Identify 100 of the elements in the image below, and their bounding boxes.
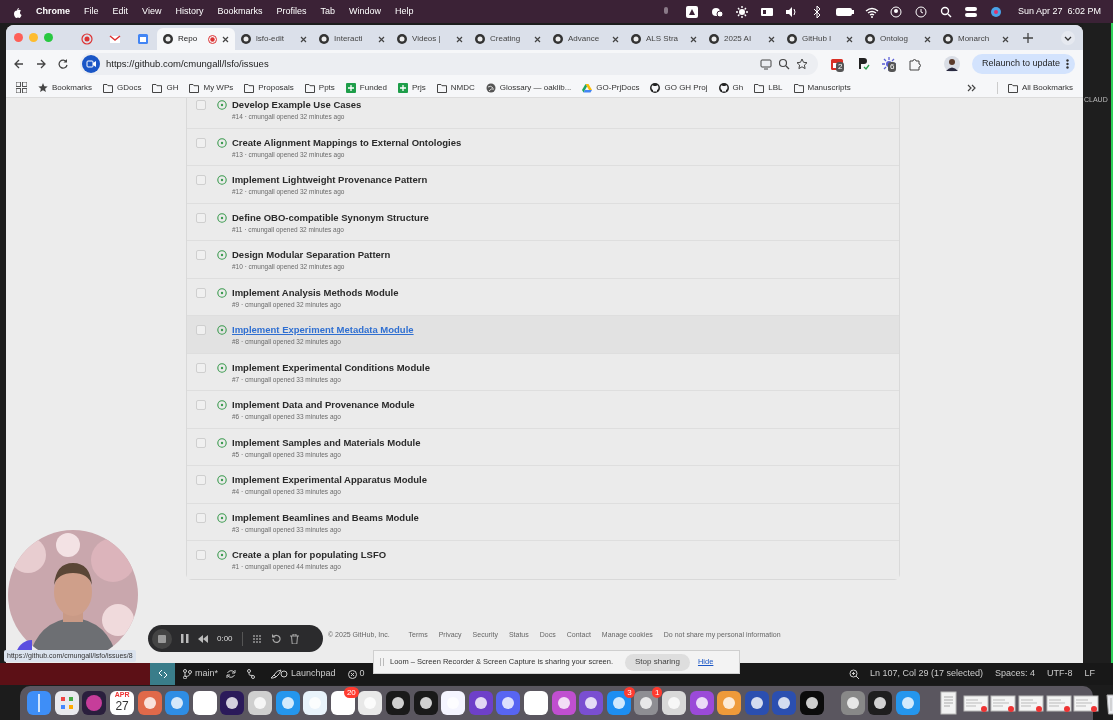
dock-app-icon[interactable] (247, 690, 274, 716)
cursor-position[interactable]: Ln 107, Col 29 (17 selected) (869, 667, 983, 681)
restart-icon[interactable] (270, 633, 281, 644)
close-icon[interactable] (768, 35, 775, 43)
dock-app-icon[interactable] (578, 690, 605, 716)
forward-icon[interactable] (36, 59, 46, 69)
issue-title-link[interactable]: Implement Data and Provenance Module (232, 398, 415, 411)
checkbox[interactable] (196, 400, 206, 410)
dock-app-icon[interactable] (26, 690, 53, 716)
issue-title-link[interactable]: Implement Experimental Apparatus Module (232, 473, 427, 486)
checkbox[interactable] (196, 550, 206, 560)
menu-item[interactable]: Edit (112, 4, 129, 19)
bookmark-item[interactable]: Glossary — oaklib... (485, 81, 572, 94)
bookmark-item[interactable]: NMDC (436, 81, 475, 94)
zoom-in-icon[interactable] (848, 668, 860, 680)
dock-app-icon[interactable] (274, 690, 301, 716)
browser-tab[interactable]: Advance (547, 28, 625, 50)
browser-tab[interactable]: ALS Stra (625, 28, 703, 50)
search-icon[interactable] (939, 5, 954, 18)
checkbox[interactable] (196, 137, 206, 148)
reload-icon[interactable] (58, 59, 68, 69)
zoom-icon[interactable] (777, 58, 790, 70)
user-icon[interactable] (889, 5, 904, 18)
line-ending-item[interactable]: LF (1084, 667, 1095, 681)
dock-app-icon[interactable] (771, 690, 798, 716)
battery-icon[interactable] (835, 5, 854, 18)
browser-tab[interactable]: Monarch (937, 28, 1015, 50)
dock-app-icon[interactable] (550, 690, 577, 716)
drive-icon[interactable] (685, 5, 700, 18)
issue-title-link[interactable]: Develop Example Use Cases (232, 98, 362, 111)
dock-app-icon[interactable] (523, 690, 549, 716)
bookmark-item[interactable]: Gh (718, 81, 744, 94)
close-icon[interactable] (534, 35, 541, 43)
url-text[interactable]: https://github.com/cmungall/lsfo/issues (106, 56, 754, 72)
close-icon[interactable] (1002, 35, 1009, 43)
bookmark-item[interactable]: GH (152, 81, 179, 94)
dock-app-icon[interactable] (136, 690, 163, 716)
checkbox[interactable] (196, 100, 206, 110)
dock-app-icon[interactable] (688, 690, 715, 716)
checkbox[interactable] (196, 325, 206, 335)
graph-icon[interactable] (246, 669, 256, 679)
dock-app-icon[interactable] (743, 690, 770, 716)
indentation-item[interactable]: Spaces: 4 (994, 667, 1035, 681)
close-icon[interactable] (846, 35, 853, 43)
dock-app-icon[interactable] (53, 690, 80, 716)
menu-item[interactable]: View (142, 4, 162, 19)
close-icon[interactable] (300, 35, 307, 43)
sync-icon[interactable] (226, 669, 236, 679)
menu-item[interactable]: Help (395, 4, 414, 19)
issue-title-link[interactable]: Implement Beamlines and Beams Module (232, 510, 419, 524)
issue-title-link[interactable]: Create Alignment Mappings to External Ontologies (232, 135, 462, 149)
dock-app-icon[interactable] (440, 690, 467, 716)
dock-app-icon[interactable] (894, 690, 921, 716)
bookmark-item[interactable]: Funded (345, 81, 387, 94)
issue-title-link[interactable]: Implement Samples and Materials Module (232, 435, 421, 449)
close-icon[interactable] (612, 35, 619, 43)
address-bar[interactable]: https://github.com/cmungall/lsfo/issues (80, 53, 818, 75)
checkbox[interactable] (196, 212, 206, 223)
clock-icon[interactable] (914, 5, 929, 18)
brightness-icon[interactable] (735, 5, 750, 18)
dock-app-icon[interactable] (357, 690, 384, 716)
menu-item[interactable]: Tab (320, 4, 335, 19)
bookmark-item[interactable]: LBL (754, 81, 783, 94)
checkbox[interactable] (196, 250, 206, 260)
bookmark-item[interactable]: GDocs (103, 81, 142, 94)
issue-title-link[interactable]: Implement Experimental Conditions Module (232, 360, 430, 374)
extensions-icon[interactable] (907, 57, 922, 71)
chevrons-right-icon[interactable] (966, 83, 976, 92)
app-menu[interactable]: Chrome (36, 4, 70, 19)
issue-title-link[interactable]: Implement Lightweight Provenance Pattern (232, 173, 428, 186)
checkbox[interactable] (196, 475, 206, 485)
browser-tab[interactable]: Ontolog (859, 28, 937, 50)
dock-app-icon[interactable] (412, 690, 439, 716)
menu-item[interactable]: Window (348, 4, 381, 19)
issue-title-link[interactable]: Design Modular Separation Pattern (232, 248, 391, 261)
pause-icon[interactable] (181, 634, 189, 643)
menu-item[interactable]: Profiles (276, 4, 307, 19)
profile-avatar-icon[interactable] (943, 56, 960, 72)
assistant-icon[interactable] (989, 5, 1004, 18)
close-icon[interactable] (924, 35, 931, 43)
menu-item[interactable]: Bookmarks (217, 4, 263, 19)
dock-app-icon[interactable] (164, 690, 191, 716)
dock-app-icon[interactable] (329, 690, 356, 716)
browser-tab[interactable]: Interacti (313, 28, 391, 50)
bookmark-item[interactable]: Bookmarks (38, 81, 92, 94)
branch-item[interactable]: main* (183, 667, 218, 681)
bookmark-item[interactable]: Prjs (398, 81, 426, 94)
menu-item[interactable]: File (84, 4, 99, 19)
bookmark-item[interactable]: Proposals (244, 81, 294, 94)
stop-button[interactable] (152, 628, 172, 649)
checkbox[interactable] (196, 437, 206, 448)
issue-title-link[interactable]: Create a plan for populating LSFO (232, 548, 387, 561)
browser-tab[interactable]: 2025 AI (703, 28, 781, 50)
issue-title-link[interactable]: Implement Experiment Metadata Module (232, 323, 414, 336)
display-icon[interactable] (760, 5, 775, 18)
browser-tab[interactable]: lsfo-edit (235, 28, 313, 50)
issue-title-link[interactable]: Implement Analysis Methods Module (232, 285, 399, 299)
browser-tab[interactable]: Creating (469, 28, 547, 50)
dock-app-icon[interactable] (495, 690, 522, 716)
dock-app-icon[interactable] (660, 690, 687, 716)
